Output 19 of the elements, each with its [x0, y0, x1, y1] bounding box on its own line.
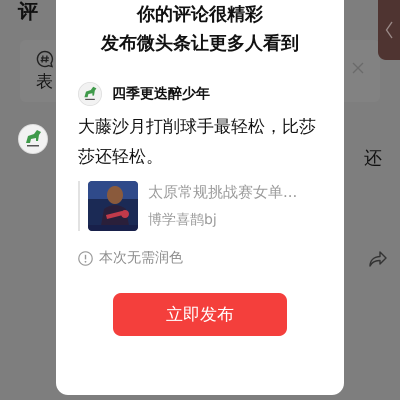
author-avatar [78, 82, 102, 106]
article-source: 博学喜鹊bj [148, 211, 218, 229]
comment-text: 还 [364, 147, 382, 170]
dialog-title: 你的评论很精彩 [136, 3, 264, 27]
hashtag-bubble-icon [36, 50, 54, 68]
article-title: 太原常规挑战赛女单... [148, 183, 298, 202]
share-icon[interactable] [368, 250, 388, 268]
topic-text: 表 [36, 71, 54, 93]
publish-button[interactable]: 立即发布 [113, 293, 287, 336]
user-avatar [18, 124, 48, 154]
page-heading: 评 [18, 0, 38, 22]
notice-text: 本次无需润色 [99, 249, 183, 267]
dialog-title: 发布微头条让更多人看到 [100, 32, 300, 56]
side-tab[interactable] [378, 0, 400, 60]
post-text: 大藤沙月打削球手最轻松，比莎莎还轻松。 [78, 116, 317, 169]
chevron-left-icon [385, 21, 393, 39]
author-name: 四季更迭醉少年 [112, 85, 210, 103]
info-icon [78, 250, 93, 266]
quoted-article[interactable]: 太原常规挑战赛女单... 博学喜鹊bj [78, 181, 322, 231]
